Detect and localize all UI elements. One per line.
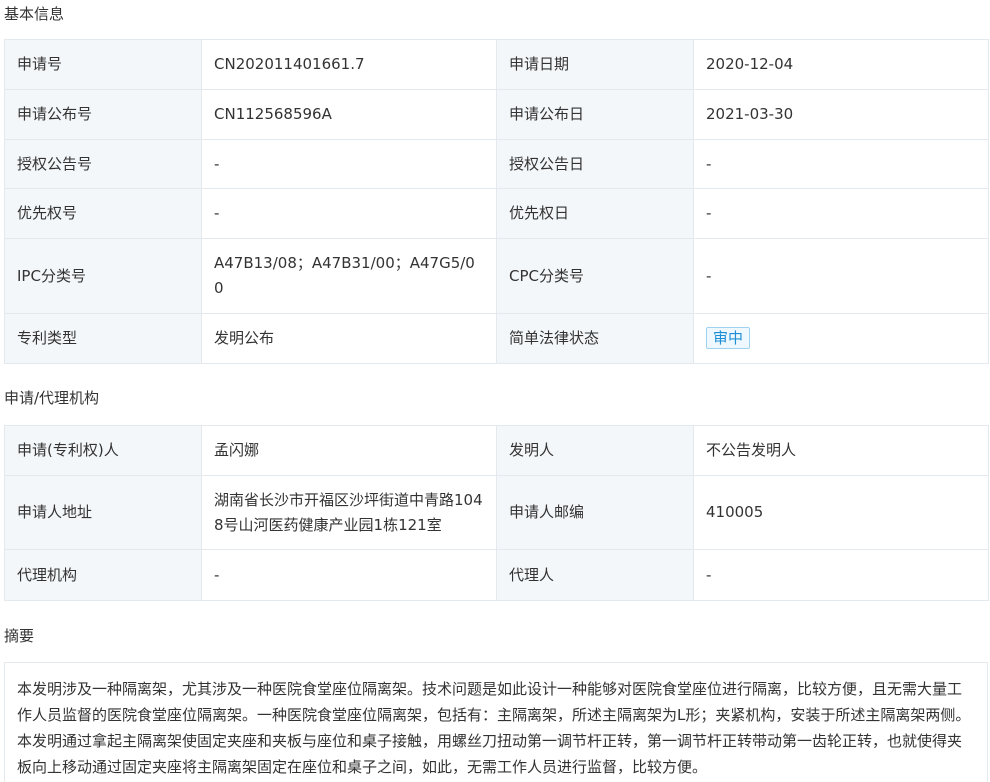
agency-info-table: 申请(专利权)人 孟闪娜 发明人 不公告发明人 申请人地址 湖南省长沙市开福区沙…	[4, 425, 989, 601]
publication-number-label: 申请公布号	[4, 89, 202, 140]
legal-status-badge: 审中	[706, 327, 751, 349]
grant-number-label: 授权公告号	[4, 139, 202, 189]
section-title-abstract: 摘要	[4, 627, 35, 645]
application-date-value: 2020-12-04	[693, 39, 989, 90]
ipc-label: IPC分类号	[4, 238, 202, 314]
priority-number-label: 优先权号	[4, 188, 202, 239]
basic-info-table: 申请号 CN202011401661.7 申请日期 2020-12-04 申请公…	[4, 39, 989, 364]
table-row: 申请(专利权)人 孟闪娜 发明人 不公告发明人	[4, 425, 989, 476]
applicant-value: 孟闪娜	[201, 425, 497, 476]
priority-date-value: -	[693, 188, 989, 239]
application-number-value: CN202011401661.7	[201, 39, 497, 90]
cpc-label: CPC分类号	[496, 238, 694, 314]
grant-date-label: 授权公告日	[496, 139, 694, 189]
applicant-label: 申请(专利权)人	[4, 425, 202, 476]
table-row: 授权公告号 - 授权公告日 -	[4, 139, 989, 189]
agency-value: -	[201, 549, 497, 601]
patent-type-value: 发明公布	[201, 313, 497, 364]
section-title-agency: 申请/代理机构	[4, 389, 100, 407]
inventor-value: 不公告发明人	[693, 425, 989, 476]
legal-status-cell: 审中	[693, 313, 989, 364]
inventor-label: 发明人	[496, 425, 694, 476]
publication-date-label: 申请公布日	[496, 89, 694, 140]
publication-number-value: CN112568596A	[201, 89, 497, 140]
table-row: 申请公布号 CN112568596A 申请公布日 2021-03-30	[4, 89, 989, 140]
publication-date-value: 2021-03-30	[693, 89, 989, 140]
table-row: 代理机构 - 代理人 -	[4, 549, 989, 601]
table-row: 优先权号 - 优先权日 -	[4, 188, 989, 239]
legal-status-label: 简单法律状态	[496, 313, 694, 364]
priority-number-value: -	[201, 188, 497, 239]
agent-value: -	[693, 549, 989, 601]
grant-number-value: -	[201, 139, 497, 189]
table-row: 专利类型 发明公布 简单法律状态 审中	[4, 313, 989, 364]
patent-type-label: 专利类型	[4, 313, 202, 364]
ipc-value: A47B13/08；A47B31/00；A47G5/00	[201, 238, 497, 314]
postcode-value: 410005	[693, 475, 989, 550]
cpc-value: -	[693, 238, 989, 314]
priority-date-label: 优先权日	[496, 188, 694, 239]
applicant-address-label: 申请人地址	[4, 475, 202, 550]
agency-label: 代理机构	[4, 549, 202, 601]
table-row: 申请人地址 湖南省长沙市开福区沙坪街道中青路1048号山河医药健康产业园1栋12…	[4, 475, 989, 550]
grant-date-value: -	[693, 139, 989, 189]
table-row: IPC分类号 A47B13/08；A47B31/00；A47G5/00 CPC分…	[4, 238, 989, 314]
agent-label: 代理人	[496, 549, 694, 601]
section-title-basic-info: 基本信息	[4, 5, 65, 23]
applicant-address-value: 湖南省长沙市开福区沙坪街道中青路1048号山河医药健康产业园1栋121室	[201, 475, 497, 550]
table-row: 申请号 CN202011401661.7 申请日期 2020-12-04	[4, 39, 989, 90]
application-date-label: 申请日期	[496, 39, 694, 90]
postcode-label: 申请人邮编	[496, 475, 694, 550]
abstract-text: 本发明涉及一种隔离架，尤其涉及一种医院食堂座位隔离架。技术问题是如此设计一种能够…	[4, 662, 988, 782]
application-number-label: 申请号	[4, 39, 202, 90]
